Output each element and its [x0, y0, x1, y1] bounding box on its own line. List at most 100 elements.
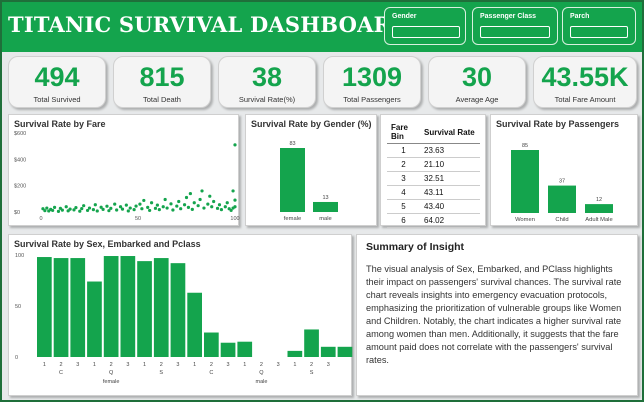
scatter-point: [74, 206, 78, 210]
passengers-bar-chart: 85 Women 37 Child 12 Adult Male: [511, 143, 613, 223]
table-row: 3 32.51: [387, 171, 480, 186]
x-tick-label: 50: [135, 216, 141, 222]
scatter-point: [200, 189, 204, 193]
scatter-point: [184, 195, 189, 200]
scatter-point: [113, 202, 117, 206]
bar: [37, 257, 52, 357]
fare-bin-table-card: Fare Bin Survival Rate 1 23.63 2 21.10 3 32…: [380, 114, 486, 228]
table-cell: 43.40: [420, 199, 480, 214]
scatter-point: [223, 205, 227, 209]
table-row: 2 21.10: [387, 157, 480, 172]
kpi-average-age: 30 Average Age: [428, 56, 526, 108]
gender-slicer-input[interactable]: [392, 26, 460, 38]
pclass-tick-label: 2: [210, 362, 213, 368]
table-row: 1 23.63: [387, 143, 480, 158]
table-cell: 6: [387, 213, 420, 228]
bar: [287, 350, 303, 357]
scatter-point: [87, 206, 92, 210]
pclass-tick-label: 2: [110, 362, 113, 368]
kpi-label: Total Death: [143, 95, 181, 104]
category-label: male: [319, 216, 332, 222]
scatter-point: [120, 207, 125, 211]
bar: [70, 258, 86, 357]
kpi-value: 815: [139, 62, 185, 92]
scatter-point: [171, 208, 175, 212]
table-row: 4 43.11: [387, 185, 480, 200]
table-header-row: Fare Bin Survival Rate: [387, 121, 480, 144]
insight-card: Summary of Insight The visual analysis o…: [356, 234, 638, 396]
scatter-point: [142, 198, 146, 203]
data-label: 12: [596, 197, 602, 203]
embarked-tick-label: Q: [109, 370, 114, 376]
scatter-point: [210, 205, 214, 209]
scatter-point: [155, 203, 159, 207]
scatter-point: [43, 209, 47, 213]
scatter-point: [82, 204, 86, 208]
y-tick-label: $400: [14, 157, 26, 163]
y-tick-label: 100: [15, 253, 24, 259]
table-cell: 5: [387, 199, 420, 214]
scatter-point: [134, 204, 138, 208]
scatter-point: [177, 199, 181, 204]
data-label: 83: [289, 141, 295, 147]
scatter-point: [80, 206, 84, 211]
kpi-label: Average Age: [455, 95, 499, 104]
scatter-point: [225, 201, 229, 205]
scatter-point: [132, 208, 136, 212]
bar: [170, 263, 186, 357]
category-label: Adult Male: [585, 217, 612, 223]
scatter-point: [208, 194, 212, 198]
passenger-class-slicer-input[interactable]: [480, 26, 550, 38]
scatter-point: [95, 209, 99, 213]
scatter-point: [64, 205, 68, 209]
pclass-tick-label: 1: [43, 362, 46, 368]
scatter-point: [153, 206, 158, 210]
category-label: Child: [555, 217, 568, 223]
pclass-tick-label: 1: [293, 362, 296, 368]
parch-slicer-input[interactable]: [570, 26, 628, 38]
pclass-tick-label: 3: [176, 362, 179, 368]
y-tick-label: $200: [14, 184, 26, 190]
scatter-point: [169, 202, 173, 206]
kpi-value: 494: [34, 62, 80, 92]
scatter-point: [149, 201, 154, 205]
scatter-point: [138, 202, 142, 206]
kpi-total-fare-amount: 43.55K Total Fare Amount: [533, 56, 637, 108]
scatter-point: [51, 208, 55, 213]
gender-slicer-label: Gender: [392, 13, 417, 20]
x-tick-label: 100: [230, 216, 239, 222]
embarked-tick-label: S: [310, 370, 314, 376]
bar: [548, 185, 576, 213]
y-tick-label: 0: [15, 355, 18, 361]
bar: [280, 148, 305, 212]
pclass-tick-label: 2: [260, 362, 263, 368]
table-header: Survival Rate: [420, 121, 480, 144]
kpi-total-passengers: 1309 Total Passengers: [323, 56, 421, 108]
bar: [137, 261, 152, 357]
category-label: female: [284, 216, 301, 222]
pclass-tick-label: 2: [310, 362, 313, 368]
bar: [337, 346, 353, 357]
pclass-tick-label: 1: [193, 362, 196, 368]
scatter-point: [188, 191, 192, 196]
fare-bin-table: Fare Bin Survival Rate 1 23.63 2 21.10 3 32…: [387, 121, 480, 228]
table-cell: 21.10: [420, 157, 480, 172]
scatter-point: [175, 204, 179, 208]
table-cell: 43.11: [420, 185, 480, 200]
fare-scatter-card: Survival Rate by Fare $0 $200 $400 $600 0 50 1…: [8, 114, 240, 226]
kpi-label: Total Survived: [33, 95, 81, 104]
insight-title: Summary of Insight: [366, 241, 465, 253]
pclass-tick-label: 3: [76, 362, 79, 368]
table-cell: 32.51: [420, 171, 480, 186]
scatter-point: [78, 209, 82, 213]
scatter-point: [233, 198, 237, 202]
table-cell: 3: [387, 171, 420, 186]
scatter-point: [215, 206, 220, 210]
table-row: 6 64.02: [387, 213, 480, 228]
passenger-class-slicer[interactable]: Passenger Class: [472, 7, 558, 45]
pclass-tick-label: 1: [93, 362, 96, 368]
parch-slicer[interactable]: Parch: [562, 7, 636, 45]
gender-slicer[interactable]: Gender: [384, 7, 466, 45]
scatter-point: [179, 207, 183, 211]
bar: [120, 256, 136, 357]
